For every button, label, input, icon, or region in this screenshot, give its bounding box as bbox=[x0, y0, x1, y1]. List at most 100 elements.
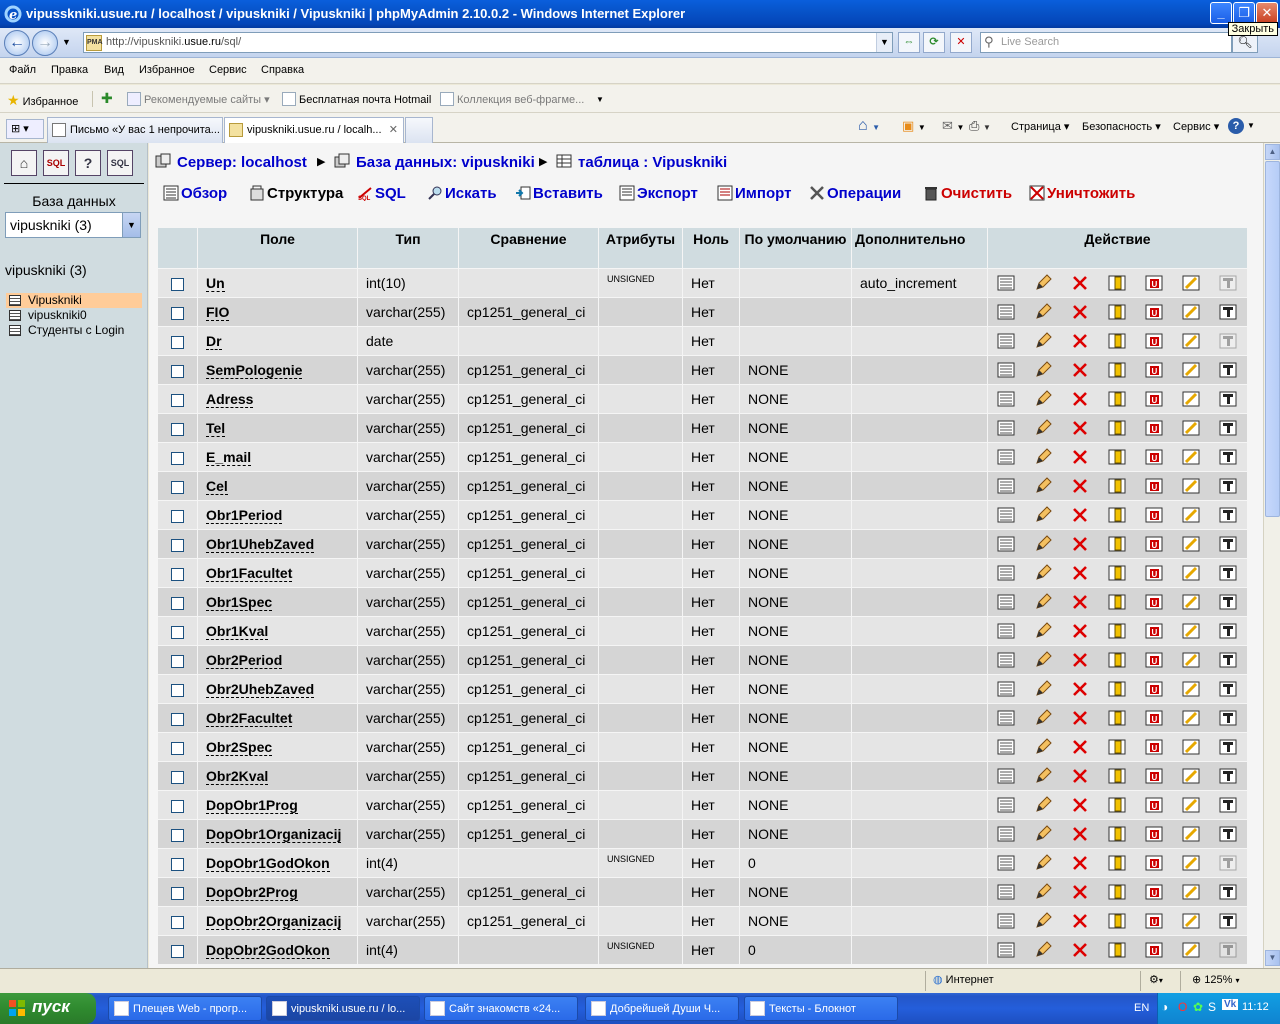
browse-distinct-icon[interactable] bbox=[988, 356, 1025, 384]
tab-export[interactable]: Экспорт bbox=[619, 185, 698, 202]
maximize-button[interactable]: ❐ bbox=[1233, 2, 1255, 24]
primary-key-icon[interactable] bbox=[1099, 559, 1136, 587]
safety-menu[interactable]: Безопасность ▾ bbox=[1082, 120, 1161, 133]
menu-favorites[interactable]: Избранное bbox=[139, 64, 195, 76]
index-icon[interactable] bbox=[1173, 849, 1210, 877]
index-icon[interactable] bbox=[1173, 559, 1210, 587]
unique-icon[interactable]: U bbox=[1136, 269, 1173, 297]
primary-key-icon[interactable] bbox=[1099, 936, 1136, 964]
edit-icon[interactable] bbox=[1025, 559, 1062, 587]
tab-mail[interactable]: Письмо «У вас 1 непрочита... bbox=[47, 117, 223, 143]
edit-icon[interactable] bbox=[1025, 588, 1062, 616]
row-checkbox[interactable] bbox=[171, 567, 184, 581]
field-name[interactable]: Obr1UhebZaved bbox=[206, 536, 315, 553]
field-name[interactable]: Obr2Facultet bbox=[206, 710, 293, 727]
index-icon[interactable] bbox=[1173, 733, 1210, 761]
field-name[interactable]: Obr2Spec bbox=[206, 739, 273, 756]
table-link-vipuskniki0[interactable]: vipuskniki0 bbox=[6, 308, 142, 323]
row-checkbox[interactable] bbox=[171, 538, 184, 552]
tab-browse[interactable]: Обзор bbox=[163, 185, 227, 202]
edit-icon[interactable] bbox=[1025, 443, 1062, 471]
edit-icon[interactable] bbox=[1025, 762, 1062, 790]
fulltext-icon[interactable] bbox=[1210, 385, 1247, 413]
row-checkbox[interactable] bbox=[171, 364, 184, 378]
primary-key-icon[interactable] bbox=[1099, 472, 1136, 500]
field-name[interactable]: DopObr2GodOkon bbox=[206, 942, 330, 959]
vk-icon[interactable]: Vk bbox=[1222, 999, 1239, 1010]
index-icon[interactable] bbox=[1173, 530, 1210, 558]
drop-icon[interactable] bbox=[1062, 530, 1099, 558]
unique-icon[interactable]: U bbox=[1136, 907, 1173, 935]
primary-key-icon[interactable] bbox=[1099, 414, 1136, 442]
primary-key-icon[interactable] bbox=[1099, 530, 1136, 558]
breadcrumb-server[interactable]: Сервер: localhost bbox=[155, 153, 307, 171]
browse-distinct-icon[interactable] bbox=[988, 820, 1025, 848]
field-name[interactable]: Dr bbox=[206, 333, 222, 350]
index-icon[interactable] bbox=[1173, 878, 1210, 906]
index-icon[interactable] bbox=[1173, 327, 1210, 355]
primary-key-icon[interactable] bbox=[1099, 878, 1136, 906]
browse-distinct-icon[interactable] bbox=[988, 269, 1025, 297]
browse-distinct-icon[interactable] bbox=[988, 530, 1025, 558]
stop-icon[interactable]: ✕ bbox=[950, 32, 972, 53]
drop-icon[interactable] bbox=[1062, 646, 1099, 674]
browse-distinct-icon[interactable] bbox=[988, 472, 1025, 500]
zoom-level[interactable]: ⊕ 125% ▾ bbox=[1192, 973, 1240, 986]
unique-icon[interactable]: U bbox=[1136, 849, 1173, 877]
start-button[interactable]: пуск bbox=[0, 993, 96, 1024]
mail-icon[interactable]: ✉ ▼ bbox=[942, 118, 964, 134]
database-select[interactable]: vipuskniki (3) ▼ bbox=[5, 212, 141, 238]
fulltext-icon[interactable] bbox=[1210, 443, 1247, 471]
index-icon[interactable] bbox=[1173, 791, 1210, 819]
row-checkbox[interactable] bbox=[171, 915, 184, 929]
unique-icon[interactable]: U bbox=[1136, 385, 1173, 413]
fulltext-icon[interactable] bbox=[1210, 762, 1247, 790]
primary-key-icon[interactable] bbox=[1099, 356, 1136, 384]
drop-icon[interactable] bbox=[1062, 385, 1099, 413]
browse-distinct-icon[interactable] bbox=[988, 675, 1025, 703]
field-name[interactable]: Un bbox=[206, 275, 225, 292]
drop-icon[interactable] bbox=[1062, 791, 1099, 819]
field-name[interactable]: Obr2UhebZaved bbox=[206, 681, 315, 698]
icq-icon[interactable]: ✿ bbox=[1193, 1000, 1203, 1014]
field-name[interactable]: DopObr1GodOkon bbox=[206, 855, 330, 872]
field-name[interactable]: Cel bbox=[206, 478, 228, 495]
unique-icon[interactable]: U bbox=[1136, 501, 1173, 529]
history-dropdown-icon[interactable]: ▼ bbox=[62, 37, 71, 47]
row-checkbox[interactable] bbox=[171, 625, 184, 639]
field-name[interactable]: Obr1Facultet bbox=[206, 565, 293, 582]
edit-icon[interactable] bbox=[1025, 849, 1062, 877]
fav-suggested-sites[interactable]: Рекомендуемые сайты ▾ bbox=[127, 92, 270, 106]
menu-file[interactable]: Файл bbox=[9, 64, 36, 76]
primary-key-icon[interactable] bbox=[1099, 675, 1136, 703]
drop-icon[interactable] bbox=[1062, 501, 1099, 529]
index-icon[interactable] bbox=[1173, 646, 1210, 674]
unique-icon[interactable]: U bbox=[1136, 820, 1173, 848]
field-name[interactable]: DopObr1Prog bbox=[206, 797, 298, 814]
row-checkbox[interactable] bbox=[171, 335, 184, 349]
index-icon[interactable] bbox=[1173, 443, 1210, 471]
fulltext-icon[interactable] bbox=[1210, 907, 1247, 935]
task-dating-site[interactable]: Сайт знакомств «24... bbox=[424, 996, 578, 1021]
compatibility-view-icon[interactable]: ⇔ bbox=[898, 32, 920, 53]
primary-key-icon[interactable] bbox=[1099, 298, 1136, 326]
edit-icon[interactable] bbox=[1025, 472, 1062, 500]
unique-icon[interactable]: U bbox=[1136, 443, 1173, 471]
edit-icon[interactable] bbox=[1025, 791, 1062, 819]
fulltext-icon[interactable] bbox=[1210, 501, 1247, 529]
fulltext-icon[interactable] bbox=[1210, 298, 1247, 326]
menu-help[interactable]: Справка bbox=[261, 64, 304, 76]
primary-key-icon[interactable] bbox=[1099, 762, 1136, 790]
unique-icon[interactable]: U bbox=[1136, 936, 1173, 964]
task-pleshchev[interactable]: Плещев Web - прогр... bbox=[108, 996, 262, 1021]
field-name[interactable]: Obr2Kval bbox=[206, 768, 269, 785]
browse-distinct-icon[interactable] bbox=[988, 646, 1025, 674]
drop-icon[interactable] bbox=[1062, 936, 1099, 964]
sql-docs-icon[interactable]: SQL bbox=[107, 150, 133, 176]
row-checkbox[interactable] bbox=[171, 509, 184, 523]
menu-tools[interactable]: Сервис bbox=[209, 64, 247, 76]
browse-distinct-icon[interactable] bbox=[988, 559, 1025, 587]
tools-menu[interactable]: Сервис ▾ bbox=[1173, 120, 1219, 133]
edit-icon[interactable] bbox=[1025, 733, 1062, 761]
primary-key-icon[interactable] bbox=[1099, 820, 1136, 848]
